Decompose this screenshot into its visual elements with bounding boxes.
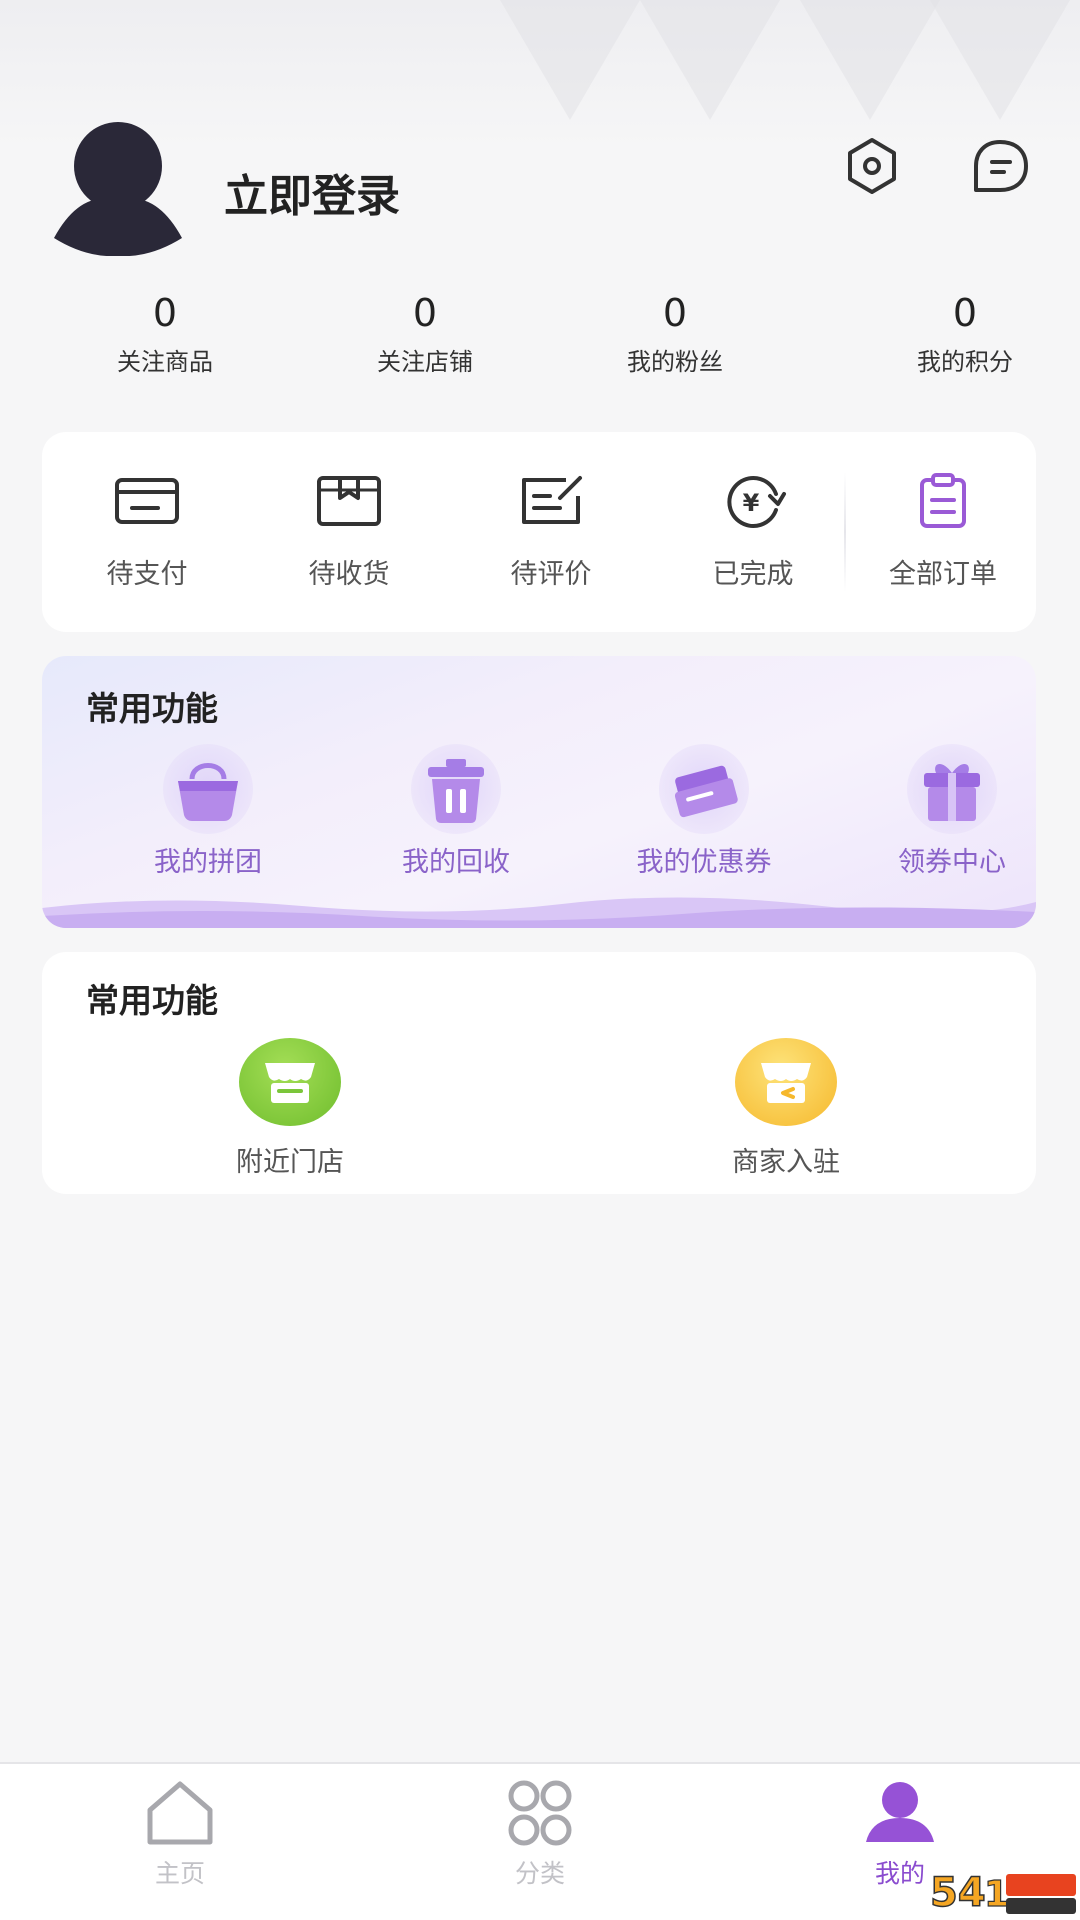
shop-enter-icon bbox=[761, 1063, 811, 1103]
func-merchant-join[interactable]: 商家入驻 bbox=[686, 1038, 886, 1179]
stat-points[interactable]: 0 我的积分 bbox=[830, 290, 1080, 390]
common-functions-card-2: 常用功能 附近门店 商家入驻 bbox=[42, 952, 1036, 1194]
home-icon bbox=[147, 1781, 213, 1845]
user-icon bbox=[866, 1782, 934, 1842]
nav-home[interactable]: 主页 bbox=[100, 1778, 260, 1890]
func-label: 我的拼团 bbox=[154, 847, 262, 878]
func-label: 我的回收 bbox=[402, 847, 510, 878]
func-label: 附近门店 bbox=[236, 1147, 344, 1178]
bag-icon bbox=[178, 763, 238, 821]
login-link[interactable]: 立即登录 bbox=[224, 160, 400, 224]
func-label: 领券中心 bbox=[898, 847, 1006, 878]
order-label: 待评价 bbox=[510, 559, 592, 590]
edit-note-icon bbox=[522, 476, 582, 524]
stat-label: 关注商品 bbox=[117, 348, 213, 376]
settings-hex-icon[interactable] bbox=[842, 136, 902, 196]
store-icon bbox=[265, 1063, 315, 1103]
clipboard-icon bbox=[920, 473, 966, 528]
chat-bubble-icon[interactable] bbox=[970, 136, 1030, 196]
ticket-icon bbox=[674, 765, 738, 818]
card-icon bbox=[115, 478, 179, 524]
stat-label: 我的积分 bbox=[917, 348, 1013, 376]
order-all[interactable]: 全部订单 bbox=[868, 472, 1018, 591]
stat-value: 0 bbox=[952, 291, 978, 335]
stat-fans[interactable]: 0 我的粉丝 bbox=[500, 290, 830, 390]
nav-label: 主页 bbox=[154, 1859, 205, 1888]
bottom-nav: 主页 分类 我的 bbox=[0, 1762, 1080, 1920]
order-label: 待收货 bbox=[308, 559, 390, 590]
divider bbox=[844, 472, 846, 592]
nav-label: 分类 bbox=[514, 1859, 565, 1888]
watermark-logo: 54 1 bbox=[929, 1869, 1076, 1917]
stat-label: 我的粉丝 bbox=[627, 348, 723, 376]
svg-text:1: 1 bbox=[984, 1874, 1009, 1915]
svg-text:¥: ¥ bbox=[743, 489, 760, 517]
func-my-coupons[interactable]: 我的优惠券 bbox=[604, 744, 804, 879]
func-label: 商家入驻 bbox=[732, 1147, 840, 1178]
category-icon bbox=[508, 1780, 572, 1846]
func-nearby-stores[interactable]: 附近门店 bbox=[190, 1038, 390, 1179]
stat-follow-goods[interactable]: 0 关注商品 bbox=[0, 290, 330, 390]
trash-icon bbox=[428, 759, 484, 823]
svg-text:54: 54 bbox=[930, 1870, 986, 1916]
avatar[interactable] bbox=[50, 120, 186, 256]
func-my-group-buy[interactable]: 我的拼团 bbox=[108, 744, 308, 879]
order-pending-receipt[interactable]: 待收货 bbox=[274, 472, 424, 591]
func-label: 我的优惠券 bbox=[636, 847, 772, 878]
func-coupon-center[interactable]: 领券中心 bbox=[852, 744, 1036, 879]
stat-value: 0 bbox=[662, 291, 688, 335]
box-icon bbox=[317, 476, 381, 526]
nav-category[interactable]: 分类 bbox=[460, 1778, 620, 1890]
order-label: 待支付 bbox=[106, 559, 188, 590]
stats-row: 0 关注商品 0 关注店铺 0 我的粉丝 0 我的积分 bbox=[0, 290, 1080, 390]
gift-icon bbox=[924, 763, 980, 821]
order-completed[interactable]: ¥ 已完成 bbox=[678, 472, 828, 591]
orders-card: 待支付 待收货 待评价 ¥ 已完成 全部订单 bbox=[42, 432, 1036, 632]
func-my-recycle[interactable]: 我的回收 bbox=[356, 744, 556, 879]
decorative-wave bbox=[42, 897, 1036, 928]
order-label: 全部订单 bbox=[889, 559, 997, 590]
order-pending-review[interactable]: 待评价 bbox=[476, 472, 626, 591]
order-label: 已完成 bbox=[712, 559, 794, 590]
stat-value: 0 bbox=[412, 291, 438, 335]
stat-follow-shops[interactable]: 0 关注店铺 bbox=[330, 290, 500, 390]
section-title: 常用功能 bbox=[86, 689, 218, 728]
stat-label: 关注店铺 bbox=[377, 348, 473, 376]
yen-refresh-icon: ¥ bbox=[727, 476, 786, 528]
stat-value: 0 bbox=[152, 291, 178, 335]
order-pending-payment[interactable]: 待支付 bbox=[72, 472, 222, 591]
common-functions-card-1: 常用功能 我的拼团 我的回收 我的优惠券 领券中心 bbox=[42, 656, 1036, 928]
section-title: 常用功能 bbox=[86, 981, 218, 1020]
